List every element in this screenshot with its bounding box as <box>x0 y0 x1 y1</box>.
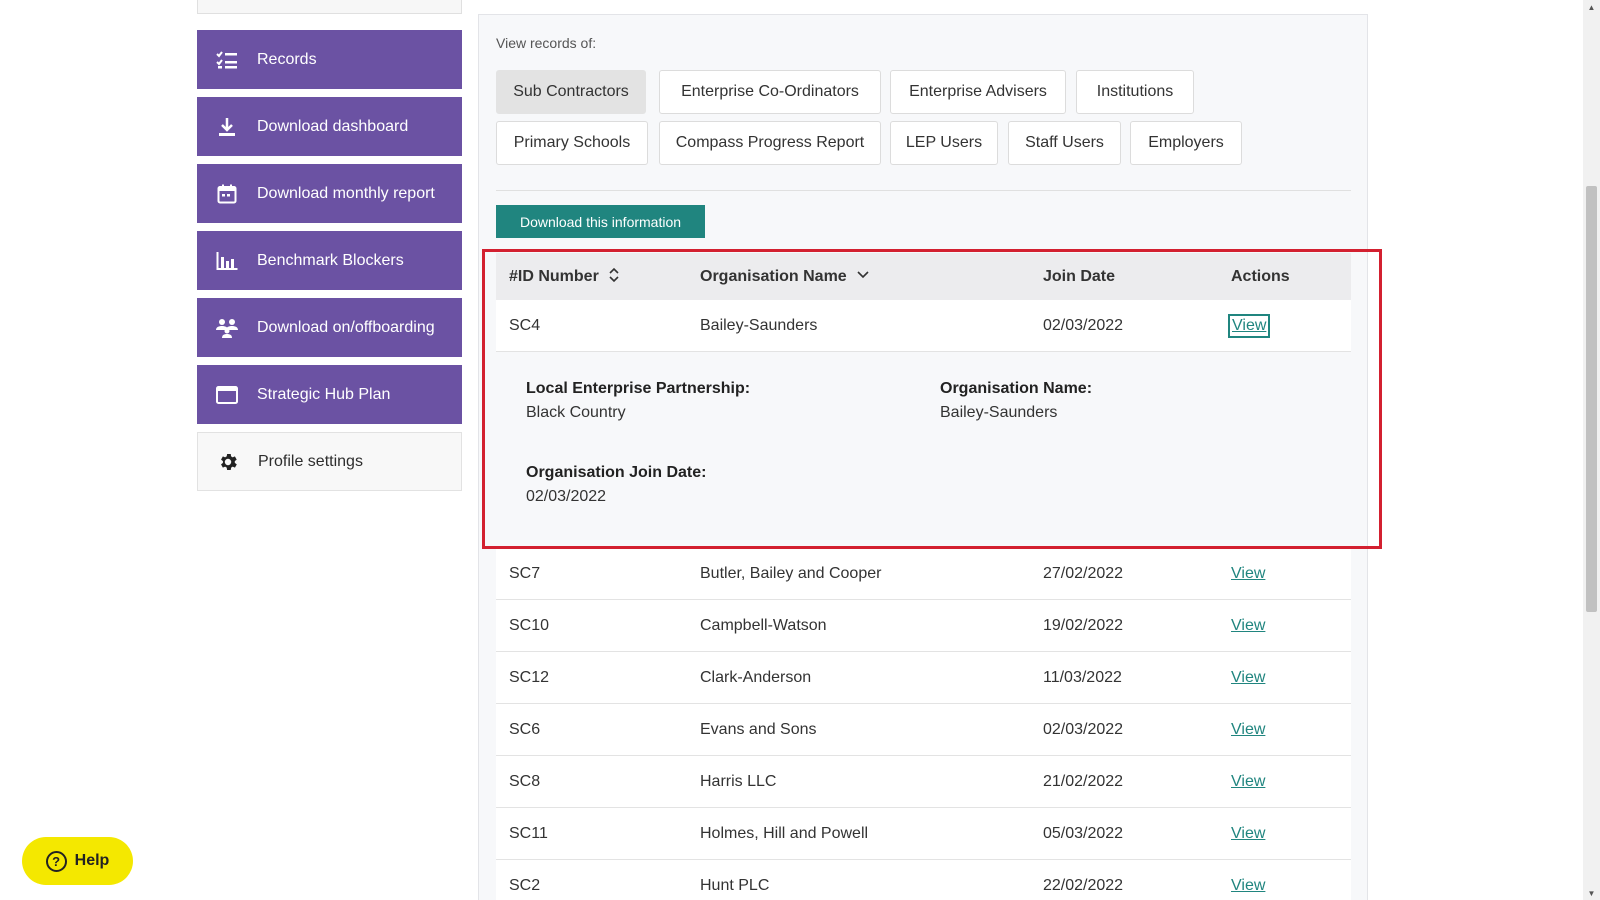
records-table: #ID Number Organisation Name Join Date A… <box>496 253 1351 900</box>
sidebar-item-label: Records <box>257 50 317 68</box>
join-date-label: Organisation Join Date: <box>526 464 707 481</box>
view-records-label: View records of: <box>496 35 597 51</box>
row-detail-panel: Local Enterprise Partnership: Black Coun… <box>496 352 1351 548</box>
view-link[interactable]: View <box>1231 721 1265 739</box>
scroll-up-icon[interactable]: ▲ <box>1583 0 1600 14</box>
row-org: Bailey-Saunders <box>700 316 818 334</box>
tab-compass-progress-report[interactable]: Compass Progress Report <box>659 121 881 165</box>
sidebar-item-download-onoffboarding[interactable]: Download on/offboarding <box>197 298 462 357</box>
lep-label: Local Enterprise Partnership: <box>526 380 751 397</box>
bar-chart-icon <box>215 249 239 273</box>
tab-enterprise-coordinators[interactable]: Enterprise Co-Ordinators <box>659 70 881 114</box>
records-panel: View records of: Sub Contractors Enterpr… <box>478 14 1368 900</box>
row-date: 22/02/2022 <box>1043 876 1124 894</box>
table-row: SC10 Campbell-Watson 19/02/2022 View <box>496 600 1351 652</box>
row-date: 11/03/2022 <box>1043 668 1122 686</box>
row-org: Butler, Bailey and Cooper <box>700 564 882 582</box>
row-id: SC2 <box>509 876 541 894</box>
download-icon <box>215 115 239 139</box>
join-date-value: 02/03/2022 <box>526 488 607 505</box>
scroll-down-icon[interactable]: ▼ <box>1583 886 1600 900</box>
tab-lep-users[interactable]: LEP Users <box>890 121 998 165</box>
table-header: #ID Number Organisation Name Join Date A… <box>496 253 1351 300</box>
row-id: SC10 <box>509 616 550 634</box>
table-row: SC2 Hunt PLC 22/02/2022 View <box>496 860 1351 900</box>
tab-employers[interactable]: Employers <box>1130 121 1242 165</box>
table-row: SC7 Butler, Bailey and Cooper 27/02/2022… <box>496 548 1351 600</box>
sidebar-item-label: Benchmark Blockers <box>257 251 404 269</box>
tab-staff-users[interactable]: Staff Users <box>1008 121 1121 165</box>
sidebar-item-label: Strategic Hub Plan <box>257 385 391 403</box>
sidebar-item-benchmark-blockers[interactable]: Benchmark Blockers <box>197 231 462 290</box>
download-information-button[interactable]: Download this information <box>496 205 705 238</box>
row-date: 21/02/2022 <box>1043 772 1124 790</box>
table-row: SC6 Evans and Sons 02/03/2022 View <box>496 704 1351 756</box>
sidebar-item-profile-settings[interactable]: Profile settings <box>197 432 462 491</box>
sidebar-top-item[interactable] <box>197 0 462 14</box>
sidebar-item-download-dashboard[interactable]: Download dashboard <box>197 97 462 156</box>
help-button[interactable]: ? Help <box>22 837 133 885</box>
sidebar: Records Download dashboard Download mont… <box>197 0 462 491</box>
tab-institutions[interactable]: Institutions <box>1076 70 1194 114</box>
row-id: SC4 <box>509 316 541 334</box>
tab-primary-schools[interactable]: Primary Schools <box>496 121 648 165</box>
tab-sub-contractors[interactable]: Sub Contractors <box>496 70 646 114</box>
table-row: SC12 Clark-Anderson 11/03/2022 View <box>496 652 1351 704</box>
people-icon <box>215 316 239 340</box>
sidebar-item-label: Download dashboard <box>257 117 409 135</box>
window-icon <box>215 383 239 407</box>
row-date: 05/03/2022 <box>1043 824 1124 842</box>
row-org: Holmes, Hill and Powell <box>700 824 869 842</box>
sidebar-item-label: Profile settings <box>258 452 363 470</box>
sidebar-item-label: Download monthly report <box>257 184 435 202</box>
view-link[interactable]: View <box>1231 877 1265 895</box>
row-org: Harris LLC <box>700 772 777 790</box>
tab-enterprise-advisers[interactable]: Enterprise Advisers <box>890 70 1066 114</box>
row-id: SC6 <box>509 720 541 738</box>
row-id: SC12 <box>509 668 550 686</box>
question-circle-icon: ? <box>45 850 67 872</box>
divider <box>496 190 1351 191</box>
sort-icon <box>609 267 619 283</box>
table-row: SC8 Harris LLC 21/02/2022 View <box>496 756 1351 808</box>
row-org: Evans and Sons <box>700 720 817 738</box>
row-org: Campbell-Watson <box>700 616 827 634</box>
scroll-thumb[interactable] <box>1586 186 1597 612</box>
row-org: Clark-Anderson <box>700 668 812 686</box>
row-org: Hunt PLC <box>700 876 770 894</box>
view-link[interactable]: View <box>1231 565 1265 583</box>
table-row: SC4 Bailey-Saunders 02/03/2022 View <box>496 300 1351 352</box>
id-column-header[interactable]: #ID Number <box>509 267 619 286</box>
scrollbar[interactable]: ▲ ▼ <box>1583 0 1600 900</box>
org-name-value: Bailey-Saunders <box>940 404 1058 421</box>
view-link[interactable]: View <box>1231 669 1265 687</box>
row-date: 02/03/2022 <box>1043 316 1124 334</box>
row-date: 27/02/2022 <box>1043 564 1124 582</box>
view-link[interactable]: View <box>1227 313 1271 338</box>
help-label: Help <box>74 852 110 869</box>
view-link[interactable]: View <box>1231 617 1265 635</box>
row-date: 19/02/2022 <box>1043 616 1124 634</box>
table-row: SC11 Holmes, Hill and Powell 05/03/2022 … <box>496 808 1351 860</box>
org-name-label: Organisation Name: <box>940 380 1093 397</box>
calendar-icon <box>215 182 239 206</box>
lep-value: Black Country <box>526 404 626 421</box>
records-list-icon <box>215 48 239 72</box>
row-id: SC7 <box>509 564 541 582</box>
row-id: SC11 <box>509 824 548 842</box>
sidebar-item-records[interactable]: Records <box>197 30 462 89</box>
sidebar-item-download-monthly-report[interactable]: Download monthly report <box>197 164 462 223</box>
row-id: SC8 <box>509 772 541 790</box>
org-column-header[interactable]: Organisation Name <box>700 268 869 286</box>
actions-column-header: Actions <box>1231 267 1290 285</box>
sidebar-item-strategic-hub-plan[interactable]: Strategic Hub Plan <box>197 365 462 424</box>
date-column-header: Join Date <box>1043 267 1116 285</box>
sidebar-item-label: Download on/offboarding <box>257 318 435 336</box>
view-link[interactable]: View <box>1231 825 1265 843</box>
row-date: 02/03/2022 <box>1043 720 1124 738</box>
chevron-down-icon <box>857 270 869 278</box>
view-link[interactable]: View <box>1231 773 1265 791</box>
gear-icon <box>216 450 240 474</box>
